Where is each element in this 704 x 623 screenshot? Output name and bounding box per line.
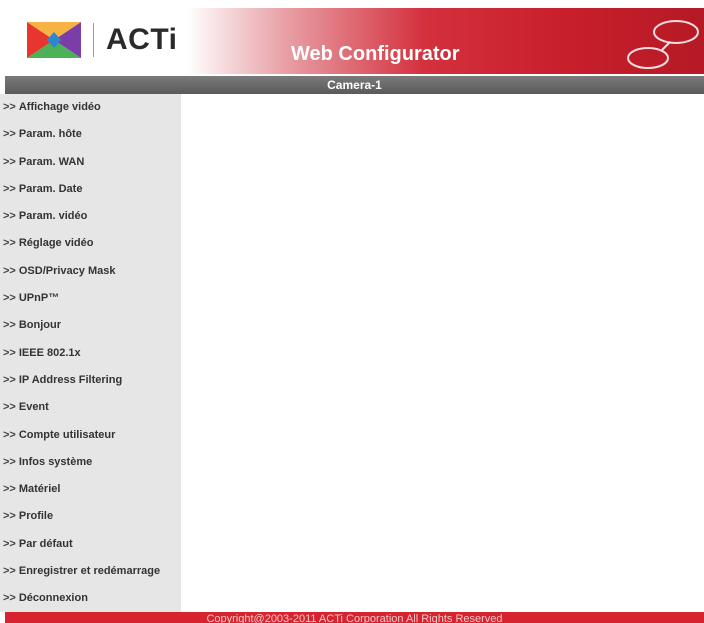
- sidebar-item-label: Param. WAN: [18, 155, 85, 168]
- sidebar-item[interactable]: >> Param. hôte: [0, 121, 181, 148]
- sidebar-item[interactable]: >> Param. vidéo: [0, 203, 181, 230]
- sidebar-item-label: Matériel: [18, 483, 61, 496]
- sidebar-menu: >> Affichage vidéo >> Param. hôte >> Param. W…: [0, 94, 181, 612]
- menu-arrow-icon: >>: [3, 455, 16, 468]
- menu-arrow-icon: >>: [3, 155, 16, 168]
- sidebar-item-label: Infos système: [18, 455, 93, 468]
- sidebar-item[interactable]: >> Déconnexion: [0, 585, 181, 612]
- sidebar-item[interactable]: >> Enregistrer et redémarrage: [0, 558, 181, 585]
- sidebar-item-label: IEEE 802.1x: [18, 346, 81, 359]
- sidebar-item[interactable]: >> Compte utilisateur: [0, 422, 181, 449]
- sidebar-item-label: Déconnexion: [18, 592, 88, 605]
- menu-arrow-icon: >>: [3, 237, 16, 250]
- menu-arrow-icon: >>: [3, 401, 16, 414]
- menu-arrow-icon: >>: [3, 319, 16, 332]
- menu-arrow-icon: >>: [3, 264, 16, 277]
- acti-logo-icon: [27, 22, 81, 58]
- sidebar-item-label: Param. vidéo: [18, 210, 88, 223]
- main-content-area: [181, 94, 704, 612]
- sidebar-item-label: Event: [18, 401, 49, 414]
- menu-arrow-icon: >>: [3, 565, 16, 578]
- header-banner: ACTi Web Configurator: [5, 8, 704, 74]
- sidebar-item-label: Profile: [18, 510, 54, 523]
- sidebar-item[interactable]: >> Infos système: [0, 449, 181, 476]
- menu-arrow-icon: >>: [3, 483, 16, 496]
- sidebar-item-label: Param. Date: [18, 182, 83, 195]
- sidebar-list: >> Affichage vidéo >> Param. hôte >> Param. W…: [0, 94, 181, 613]
- sidebar-item[interactable]: >> Bonjour: [0, 312, 181, 339]
- sidebar-item-label: UPnP™: [18, 292, 60, 305]
- menu-arrow-icon: >>: [3, 210, 16, 223]
- menu-arrow-icon: >>: [3, 373, 16, 386]
- acti-logo: ACTi: [25, 20, 177, 60]
- camera-name-bar: Camera-1: [5, 76, 704, 94]
- sidebar-item[interactable]: >> Matériel: [0, 476, 181, 503]
- sidebar-item[interactable]: >> IEEE 802.1x: [0, 340, 181, 367]
- sidebar-item[interactable]: >> Param. WAN: [0, 149, 181, 176]
- sidebar-item-label: Affichage vidéo: [18, 101, 101, 113]
- sidebar-item[interactable]: >> OSD/Privacy Mask: [0, 258, 181, 285]
- logo-text: ACTi: [106, 23, 178, 56]
- sidebar-item[interactable]: >> Param. Date: [0, 176, 181, 203]
- sidebar-item[interactable]: >> Event: [0, 394, 181, 421]
- sidebar-item[interactable]: >> IP Address Filtering: [0, 367, 181, 394]
- decorative-rings-icon: [627, 20, 699, 69]
- sidebar-item[interactable]: >> Par défaut: [0, 531, 181, 558]
- menu-arrow-icon: >>: [3, 510, 16, 523]
- menu-arrow-icon: >>: [3, 537, 16, 550]
- menu-arrow-icon: >>: [3, 592, 16, 605]
- sidebar-item-label: Par défaut: [18, 537, 73, 550]
- sidebar-item[interactable]: >> UPnP™: [0, 285, 181, 312]
- sidebar-item[interactable]: >> Affichage vidéo: [0, 94, 181, 121]
- menu-arrow-icon: >>: [3, 128, 16, 141]
- sidebar-item-label: OSD/Privacy Mask: [18, 264, 116, 277]
- sidebar-item[interactable]: >> Profile: [0, 503, 181, 530]
- sidebar-item-label: Param. hôte: [18, 128, 82, 141]
- menu-arrow-icon: >>: [3, 346, 16, 359]
- sidebar-item[interactable]: >> Réglage vidéo: [0, 230, 181, 257]
- logo-divider: [93, 23, 94, 57]
- sidebar-item-label: Réglage vidéo: [18, 237, 94, 250]
- sidebar-item-label: Enregistrer et redémarrage: [18, 565, 161, 578]
- sidebar-item-label: Compte utilisateur: [18, 428, 116, 441]
- menu-arrow-icon: >>: [3, 428, 16, 441]
- menu-arrow-icon: >>: [3, 292, 16, 305]
- sidebar-item-label: IP Address Filtering: [18, 373, 123, 386]
- copyright-footer: Copyright@2003-2011 ACTi Corporation All…: [5, 612, 704, 623]
- menu-arrow-icon: >>: [3, 182, 16, 195]
- sidebar-item-label: Bonjour: [18, 319, 62, 332]
- menu-arrow-icon: >>: [3, 101, 16, 113]
- page-title: Web Configurator: [291, 43, 460, 65]
